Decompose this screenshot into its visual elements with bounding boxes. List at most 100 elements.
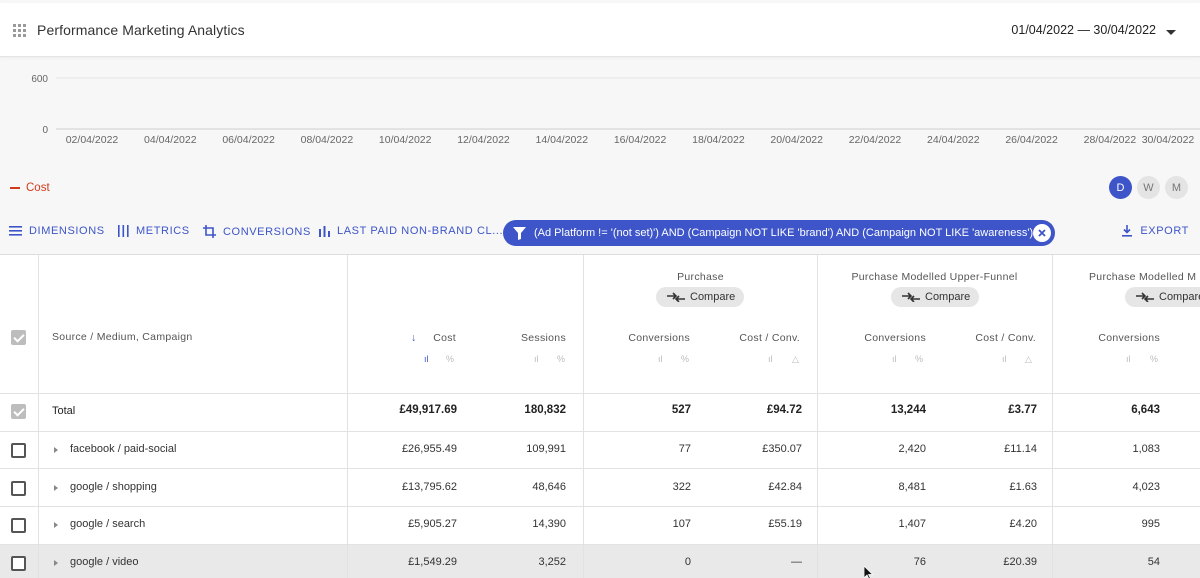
column-divider [347, 255, 348, 578]
compare-label: Compare [690, 291, 736, 303]
row-cell: 2,420 [898, 443, 926, 455]
row-cell: 77 [678, 443, 691, 455]
swap-arrows-icon [667, 292, 685, 302]
dimensions-label: DIMENSIONS [29, 225, 105, 237]
row-checkbox[interactable] [11, 443, 26, 458]
column-divider [817, 255, 818, 578]
dimensions-button[interactable]: DIMENSIONS [9, 225, 105, 237]
compare-button-upper-funnel[interactable]: Compare [891, 287, 980, 307]
total-row-label: Total [52, 405, 76, 417]
percent-icon[interactable]: % [681, 354, 689, 364]
crop-icon [203, 225, 216, 238]
conversions-button[interactable]: CONVERSIONS [203, 225, 311, 238]
percent-icon[interactable]: % [446, 354, 454, 364]
x-tick-label: 02/04/2022 [66, 134, 119, 146]
row-cell: £13,795.62 [401, 481, 457, 493]
granularity-week-button[interactable]: W [1137, 176, 1160, 199]
row-cell: £26,955.49 [401, 443, 457, 455]
expand-row-icon[interactable] [54, 447, 58, 453]
percent-icon[interactable]: % [557, 354, 565, 364]
column-header-m-conversions[interactable]: Conversions [1070, 332, 1160, 344]
x-tick-label: 16/04/2022 [614, 134, 667, 146]
percent-icon[interactable]: % [915, 354, 923, 364]
column-header-uf-cost-per-conv[interactable]: Cost / Conv. [946, 332, 1036, 344]
column-header-sessions[interactable]: Sessions [480, 332, 566, 344]
row-divider [0, 431, 1200, 432]
date-range-picker[interactable]: 01/04/2022 — 30/04/2022 [1011, 23, 1156, 37]
row-cell: 107 [672, 518, 691, 530]
row-cell: 1,083 [1132, 443, 1160, 455]
header-divider [0, 393, 1200, 394]
clear-filter-icon[interactable] [1033, 224, 1051, 242]
mouse-cursor-icon [864, 566, 874, 578]
column-header-cost[interactable]: Cost [380, 332, 456, 344]
row-cell: £55.19 [768, 518, 802, 530]
delta-icon[interactable]: △ [792, 354, 799, 365]
bar-chart-icon [319, 225, 330, 237]
show-bar-icon[interactable]: ıl [1002, 354, 1007, 364]
x-tick-label: 12/04/2022 [457, 134, 510, 146]
attribution-model-button[interactable]: LAST PAID NON-BRAND CL... [319, 225, 503, 237]
conversions-label: CONVERSIONS [223, 225, 311, 238]
granularity-day-button[interactable]: D [1109, 176, 1132, 199]
chevron-down-icon[interactable] [1166, 30, 1176, 35]
apps-grid-icon[interactable] [13, 24, 26, 37]
row-checkbox[interactable] [11, 556, 26, 571]
metrics-button[interactable]: METRICS [118, 225, 190, 237]
show-bar-icon[interactable]: ıl [534, 354, 539, 364]
row-checkbox[interactable] [11, 481, 26, 496]
select-all-checkbox[interactable] [11, 330, 26, 345]
total-cell: 13,244 [890, 404, 926, 416]
y-tick-label: 600 [31, 74, 48, 85]
expand-row-icon[interactable] [54, 485, 58, 491]
show-bar-icon[interactable]: ıl [1126, 354, 1131, 364]
metrics-label: METRICS [136, 225, 190, 237]
compare-label: Compare [925, 291, 971, 303]
row-cell: — [791, 556, 802, 568]
row-cell: 8,481 [898, 481, 926, 493]
show-bar-icon[interactable]: ıl [892, 354, 897, 364]
active-filter-chip[interactable]: (Ad Platform != '(not set)') AND (Campai… [503, 220, 1055, 246]
row-cell: 4,023 [1132, 481, 1160, 493]
x-tick-label: 08/04/2022 [301, 134, 354, 146]
row-cell: 322 [672, 481, 691, 493]
show-bar-icon[interactable]: ıl [424, 354, 429, 364]
filter-expression: (Ad Platform != '(not set)') AND (Campai… [534, 227, 1034, 239]
total-row-checkbox[interactable] [11, 404, 26, 419]
export-button[interactable]: EXPORT [1122, 225, 1189, 237]
menu-icon [9, 226, 22, 236]
total-cell: 527 [671, 404, 691, 416]
group-header-modelled-m: Purchase Modelled M [1089, 271, 1197, 283]
show-bar-icon[interactable]: ıl [768, 354, 773, 364]
swap-arrows-icon [902, 292, 920, 302]
compare-label: Compare [1159, 291, 1200, 303]
x-tick-label: 10/04/2022 [379, 134, 432, 146]
compare-button-modelled-m[interactable]: Compare [1125, 287, 1200, 307]
dimension-column-header[interactable]: Source / Medium, Campaign [52, 331, 193, 343]
percent-icon[interactable]: % [1150, 354, 1158, 364]
row-cell: £4.20 [1009, 518, 1037, 530]
granularity-month-button[interactable]: M [1165, 176, 1188, 199]
row-label: google / shopping [70, 481, 157, 493]
column-header-purchase-cost-per-conv[interactable]: Cost / Conv. [710, 332, 800, 344]
expand-row-icon[interactable] [54, 522, 58, 528]
expand-row-icon[interactable] [54, 560, 58, 566]
row-checkbox[interactable] [11, 518, 26, 533]
row-cell: 109,991 [526, 443, 566, 455]
column-header-uf-conversions[interactable]: Conversions [836, 332, 926, 344]
chart-legend-cost[interactable]: Cost [10, 182, 50, 194]
swap-arrows-icon [1136, 292, 1154, 302]
total-cell: 6,643 [1131, 404, 1160, 416]
x-tick-label: 04/04/2022 [144, 134, 197, 146]
show-bar-icon[interactable]: ıl [658, 354, 663, 364]
column-header-purchase-conversions[interactable]: Conversions [600, 332, 690, 344]
app-header: Performance Marketing Analytics 01/04/20… [0, 3, 1200, 57]
delta-icon[interactable]: △ [1025, 354, 1032, 365]
row-label: facebook / paid-social [70, 443, 177, 455]
row-cell: £1.63 [1009, 481, 1037, 493]
cost-line-chart: 600 0 02/04/2022 04/04/2022 06/04/2022 08/04/… [31, 74, 1200, 146]
compare-button-purchase[interactable]: Compare [656, 287, 745, 307]
row-cell: 0 [684, 556, 691, 568]
row-cell: £350.07 [762, 443, 802, 455]
granularity-toggle: D W M [1109, 176, 1188, 199]
